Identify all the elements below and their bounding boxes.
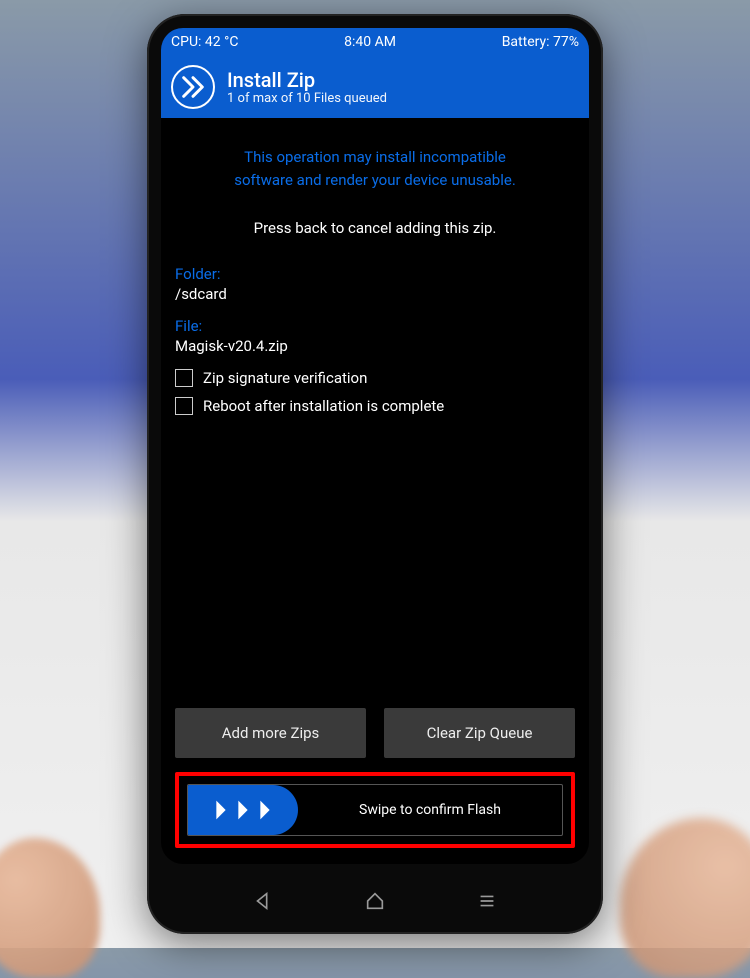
page-title: Install Zip xyxy=(227,69,387,91)
phone-frame: CPU: 42 °C 8:40 AM Battery: 77% Install … xyxy=(147,14,603,934)
battery-level: Battery: 77% xyxy=(502,34,579,50)
zip-signature-checkbox-row[interactable]: Zip signature verification xyxy=(175,369,575,387)
reboot-after-label: Reboot after installation is complete xyxy=(203,397,444,415)
file-info: Folder: /sdcard File: Magisk-v20.4.zip Z… xyxy=(175,265,575,425)
twrp-logo-icon xyxy=(171,65,215,109)
folder-path: /sdcard xyxy=(175,285,575,303)
cpu-temp: CPU: 42 °C xyxy=(171,34,238,50)
menu-icon[interactable] xyxy=(476,890,498,916)
app-header: Install Zip 1 of max of 10 Files queued xyxy=(161,56,589,118)
folder-label: Folder: xyxy=(175,265,575,283)
checkbox-icon xyxy=(175,397,193,415)
clock: 8:40 AM xyxy=(344,34,396,50)
queue-status: 1 of max of 10 Files queued xyxy=(227,91,387,106)
swipe-to-flash-slider[interactable]: Swipe to confirm Flash xyxy=(187,784,563,836)
swipe-handle[interactable] xyxy=(188,785,298,835)
status-bar: CPU: 42 °C 8:40 AM Battery: 77% xyxy=(161,28,589,56)
home-icon[interactable] xyxy=(364,890,386,916)
add-more-zips-button[interactable]: Add more Zips xyxy=(175,708,366,758)
zip-signature-label: Zip signature verification xyxy=(203,369,367,387)
back-icon[interactable] xyxy=(252,890,274,916)
reboot-after-checkbox-row[interactable]: Reboot after installation is complete xyxy=(175,397,575,415)
android-nav-bar xyxy=(147,890,603,916)
file-name: Magisk-v20.4.zip xyxy=(175,337,575,355)
checkbox-icon xyxy=(175,369,193,387)
instruction-text: Press back to cancel adding this zip. xyxy=(175,219,575,237)
swipe-highlight-box: Swipe to confirm Flash xyxy=(175,772,575,848)
swipe-label: Swipe to confirm Flash xyxy=(298,802,562,818)
main-content: This operation may install incompatible … xyxy=(161,118,589,864)
warning-text: This operation may install incompatible … xyxy=(175,146,575,191)
screen: CPU: 42 °C 8:40 AM Battery: 77% Install … xyxy=(161,28,589,864)
clear-zip-queue-button[interactable]: Clear Zip Queue xyxy=(384,708,575,758)
file-label: File: xyxy=(175,317,575,335)
